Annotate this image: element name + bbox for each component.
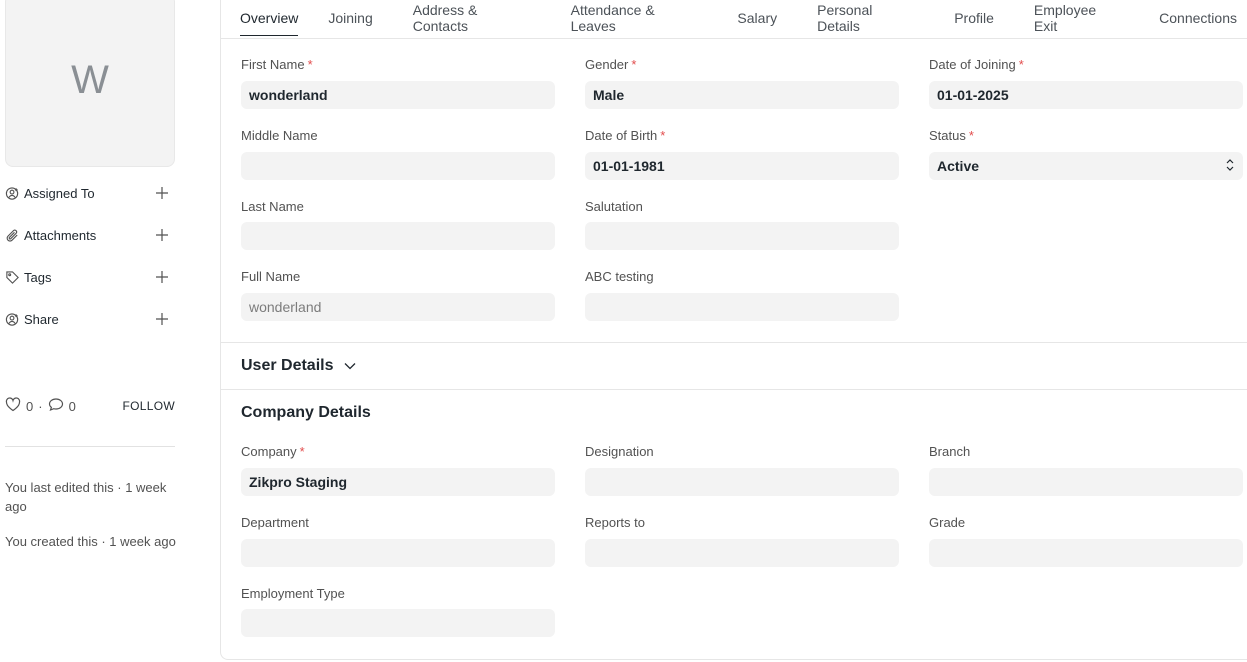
first-name-field[interactable]: wonderland: [241, 81, 555, 109]
chevron-down-icon: [344, 357, 356, 375]
gender-value: Male: [593, 87, 625, 103]
required-marker: *: [968, 128, 974, 143]
tab-address-contacts[interactable]: Address & Contacts: [403, 0, 541, 36]
required-marker: *: [1018, 57, 1024, 72]
designation-label: Designation: [585, 444, 654, 459]
required-marker: *: [299, 444, 305, 459]
form-tabs: Overview Joining Address & Contacts Atte…: [220, 0, 1247, 39]
sidebar-item-label: Assigned To: [24, 185, 95, 201]
grade-field[interactable]: [929, 539, 1243, 567]
first-name-label: First Name *: [241, 57, 313, 72]
tab-attendance-leaves[interactable]: Attendance & Leaves: [561, 0, 708, 36]
employment-type-field[interactable]: [241, 609, 555, 637]
separator-dot: ·: [38, 398, 43, 414]
required-marker: *: [307, 57, 313, 72]
tab-overview[interactable]: Overview: [240, 0, 299, 36]
sidebar-assigned-to[interactable]: Assigned To: [5, 182, 175, 204]
like-count: 0: [26, 398, 34, 414]
sidebar-attachments[interactable]: Attachments: [5, 224, 175, 246]
branch-field[interactable]: [929, 468, 1243, 496]
user-details-toggle[interactable]: User Details: [241, 357, 356, 375]
add-share-button[interactable]: [155, 312, 169, 326]
date-of-joining-value: 01-01-2025: [937, 87, 1009, 103]
required-marker: *: [631, 57, 637, 72]
paperclip-icon: [5, 228, 20, 243]
date-of-joining-label: Date of Joining *: [929, 57, 1024, 72]
activity-created: You created this · 1 week ago: [5, 534, 176, 549]
middle-name-label: Middle Name: [241, 128, 318, 143]
abc-testing-label: ABC testing: [585, 269, 654, 284]
avatar[interactable]: W: [5, 0, 175, 167]
avatar-initial: W: [71, 58, 109, 102]
abc-testing-field[interactable]: [585, 293, 899, 321]
tab-joining[interactable]: Joining: [318, 0, 382, 36]
user-details-title: User Details: [241, 357, 334, 374]
grade-label: Grade: [929, 515, 966, 530]
gender-label: Gender *: [585, 57, 637, 72]
heart-icon[interactable]: [5, 397, 21, 415]
designation-field[interactable]: [585, 468, 899, 496]
sidebar-item-label: Share: [24, 311, 59, 327]
tag-icon: [5, 270, 20, 285]
activity-last-edited: You last edited this · 1 week ago: [5, 480, 167, 514]
add-assignee-button[interactable]: [155, 186, 169, 200]
employment-type-label: Employment Type: [241, 586, 345, 601]
share-icon: [5, 312, 20, 327]
last-name-label: Last Name: [241, 199, 304, 214]
select-arrows-icon: [1225, 158, 1235, 175]
full-name-value: wonderland: [249, 299, 322, 315]
full-name-label: Full Name: [241, 269, 301, 284]
required-marker: *: [660, 128, 666, 143]
comment-icon[interactable]: [48, 397, 64, 415]
status-select[interactable]: Active: [929, 152, 1243, 180]
department-field[interactable]: [241, 539, 555, 567]
section-divider: [221, 342, 1247, 343]
salutation-field[interactable]: [585, 222, 899, 250]
add-attachment-button[interactable]: [155, 228, 169, 242]
assign-icon: [5, 186, 20, 201]
date-of-birth-value: 01-01-1981: [593, 158, 665, 174]
tab-salary[interactable]: Salary: [727, 0, 787, 36]
company-label: Company *: [241, 444, 305, 459]
company-value: Zikpro Staging: [249, 474, 347, 490]
status-label: Status *: [929, 128, 974, 143]
branch-label: Branch: [929, 444, 971, 459]
sidebar-tags[interactable]: Tags: [5, 266, 175, 288]
middle-name-field[interactable]: [241, 152, 555, 180]
company-details-title: Company Details: [241, 404, 371, 421]
department-label: Department: [241, 515, 309, 530]
tab-connections[interactable]: Connections: [1149, 0, 1247, 36]
company-field[interactable]: Zikpro Staging: [241, 468, 555, 496]
sidebar-divider: [5, 446, 175, 447]
full-name-field: wonderland: [241, 293, 555, 321]
first-name-value: wonderland: [249, 87, 328, 103]
engagement-bar: 0 · 0 FOLLOW: [5, 396, 175, 416]
follow-button[interactable]: FOLLOW: [123, 399, 175, 413]
salutation-label: Salutation: [585, 199, 643, 214]
tab-personal-details[interactable]: Personal Details: [807, 0, 924, 36]
date-of-birth-label: Date of Birth *: [585, 128, 666, 143]
comment-count: 0: [68, 398, 76, 414]
add-tag-button[interactable]: [155, 270, 169, 284]
tab-employee-exit[interactable]: Employee Exit: [1024, 0, 1129, 36]
date-of-birth-field[interactable]: 01-01-1981: [585, 152, 899, 180]
reports-to-label: Reports to: [585, 515, 645, 530]
date-of-joining-field[interactable]: 01-01-2025: [929, 81, 1243, 109]
section-divider: [221, 389, 1247, 390]
status-value: Active: [937, 158, 980, 174]
tab-profile[interactable]: Profile: [944, 0, 1004, 36]
gender-field[interactable]: Male: [585, 81, 899, 109]
last-name-field[interactable]: [241, 222, 555, 250]
sidebar-share[interactable]: Share: [5, 308, 175, 330]
sidebar-item-label: Attachments: [24, 227, 97, 243]
reports-to-field[interactable]: [585, 539, 899, 567]
sidebar-item-label: Tags: [24, 269, 52, 285]
